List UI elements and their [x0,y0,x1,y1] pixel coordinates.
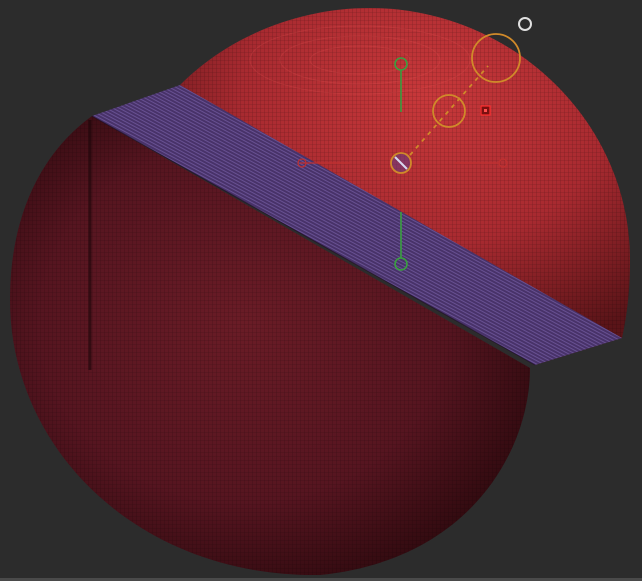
camera-pivot-icon[interactable] [518,17,532,31]
3d-viewport[interactable] [0,0,642,581]
gizmo-center-icon[interactable] [390,152,412,174]
square-marker-icon[interactable] [480,105,491,116]
scene-canvas[interactable] [0,0,642,581]
